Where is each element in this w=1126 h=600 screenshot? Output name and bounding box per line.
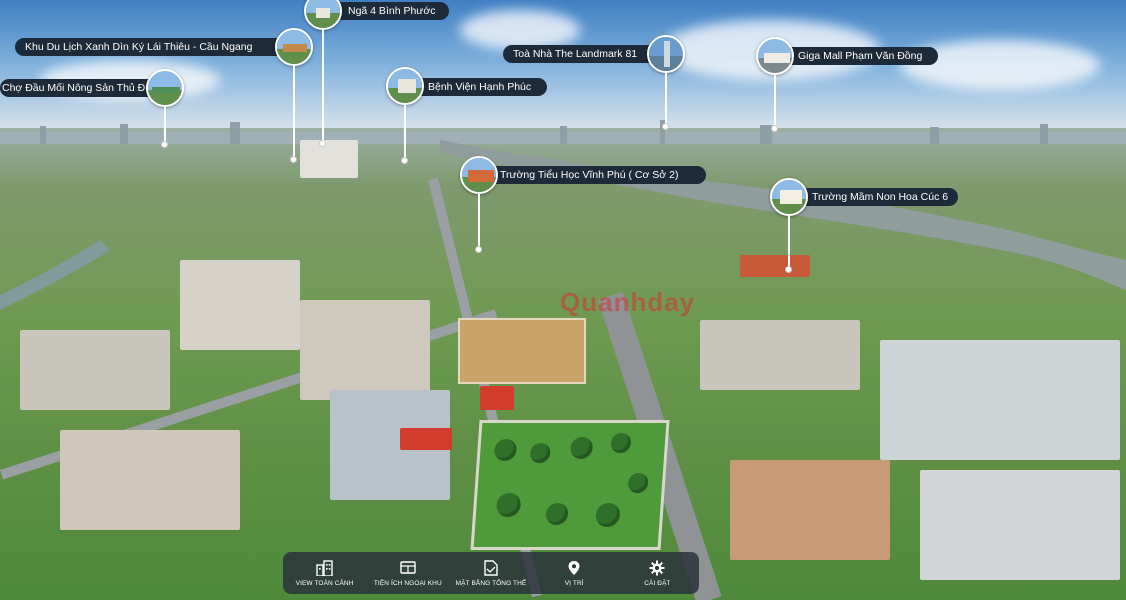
marker-thumbnail[interactable] — [275, 28, 313, 66]
marker-stem — [322, 30, 324, 142]
marker-label[interactable]: Trường Tiểu Học Vĩnh Phú ( Cơ Sở 2) — [478, 166, 706, 184]
marker-label[interactable]: Khu Du Lịch Xanh Dìn Ký Lái Thiêu - Cầu … — [15, 38, 279, 56]
gear-icon — [649, 560, 665, 576]
building-cluster — [700, 320, 860, 390]
building-cluster — [730, 460, 890, 560]
marker-stem — [478, 194, 480, 248]
marker-dot — [290, 156, 297, 163]
watermark: Quanhday — [560, 287, 696, 317]
marker-dot — [771, 125, 778, 132]
tree — [595, 503, 621, 527]
floorplan-icon — [482, 559, 500, 576]
toolbar-vi-tri-button[interactable]: VỊ TRÍ — [533, 552, 616, 594]
building-cluster — [300, 300, 430, 400]
marker-label[interactable]: Ngã 4 Bình Phước — [326, 2, 449, 20]
marker-thumbnail[interactable] — [146, 69, 184, 107]
roof-block — [740, 255, 810, 277]
tree — [493, 439, 518, 461]
marker-thumbnail[interactable] — [386, 67, 424, 105]
marker-label[interactable]: Giga Mall Phạm Văn Đồng — [776, 47, 938, 65]
marker-stem — [404, 105, 406, 159]
marker-stem — [164, 107, 166, 143]
marker-stem — [665, 73, 667, 125]
toolbar-view-toan-canh-button[interactable]: VIEW TOÀN CẢNH — [283, 552, 366, 594]
toolbar-label: MẶT BẰNG TỔNG THỂ — [455, 579, 527, 587]
building-cluster — [920, 470, 1120, 580]
toolbar-label: CÀI ĐẶT — [644, 579, 671, 587]
toolbar-label: VIEW TOÀN CẢNH — [295, 579, 354, 587]
marker-stem — [293, 66, 295, 158]
amenities-icon — [399, 560, 417, 576]
marker-dot — [161, 141, 168, 148]
building-cluster — [60, 430, 240, 530]
marker-dot — [785, 266, 792, 273]
marker-thumbnail[interactable] — [304, 0, 342, 30]
tree — [627, 473, 649, 493]
building-cluster — [20, 330, 170, 410]
construction-site — [458, 318, 586, 384]
toolbar-mat-bang-tong-the-button[interactable]: MẶT BẰNG TỔNG THỂ — [449, 552, 532, 594]
tree — [610, 433, 632, 453]
marker-thumbnail[interactable] — [756, 37, 794, 75]
building-cluster — [180, 260, 300, 350]
toolbar-label: TIỆN ÍCH NGOẠI KHU — [373, 579, 442, 587]
tree — [495, 493, 522, 517]
toolbar-cai-dat-button[interactable]: CÀI ĐẶT — [616, 552, 699, 594]
park — [470, 420, 670, 550]
tree — [569, 437, 594, 459]
marker-dot — [662, 123, 669, 130]
cloud — [460, 10, 580, 50]
marker-thumbnail[interactable] — [460, 156, 498, 194]
marker-label[interactable]: Chợ Đầu Mối Nông Sản Thủ Đức — [0, 79, 158, 97]
marker-dot — [401, 157, 408, 164]
tree — [529, 443, 551, 463]
toolbar-tien-ich-ngoai-khu-button[interactable]: TIỆN ÍCH NGOẠI KHU — [366, 552, 449, 594]
toolbar-label: VỊ TRÍ — [564, 579, 584, 587]
marker-label[interactable]: Toà Nhà The Landmark 81 — [503, 45, 653, 63]
marker-dot — [319, 140, 326, 147]
building-cluster — [880, 340, 1120, 460]
roof-block — [480, 386, 514, 410]
roof-block — [400, 428, 452, 450]
marker-stem — [788, 216, 790, 268]
marker-dot — [475, 246, 482, 253]
buildings-icon — [315, 559, 334, 576]
bottom-toolbar: VIEW TOÀN CẢNH TIỆN ÍCH NGOẠI KHU MẶT BẰ… — [283, 552, 699, 594]
marker-thumbnail[interactable] — [647, 35, 685, 73]
location-pin-icon — [566, 560, 582, 576]
tree — [545, 503, 569, 525]
marker-thumbnail[interactable] — [770, 178, 808, 216]
marker-label[interactable]: Trường Mầm Non Hoa Cúc 6 — [790, 188, 958, 206]
marker-label[interactable]: Bệnh Viện Hạnh Phúc — [406, 78, 547, 96]
tower-building — [300, 140, 358, 178]
marker-stem — [774, 75, 776, 127]
